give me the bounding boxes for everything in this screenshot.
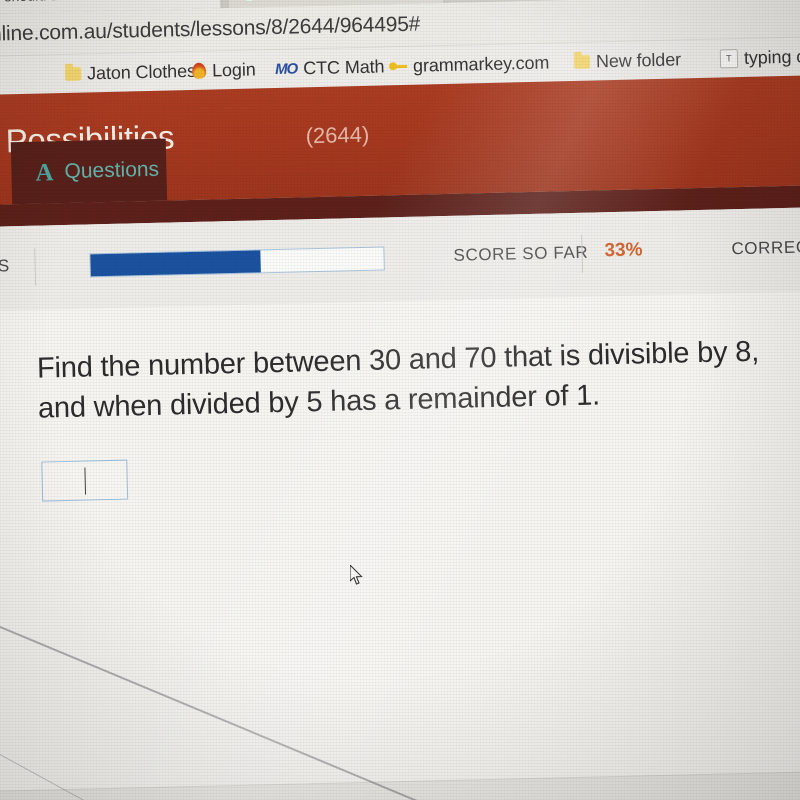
answer-input[interactable] <box>41 459 129 502</box>
bookmark-item[interactable]: MO CTC Math <box>275 54 385 81</box>
progress-label: PROGRESS <box>0 256 11 278</box>
url-text: thsonline.com.au/students/lessons/8/2644… <box>0 12 421 47</box>
text-caret <box>84 467 87 495</box>
progress-bar-fill <box>90 250 261 277</box>
question-card: Find the number between 30 and 70 that i… <box>0 290 800 792</box>
tab-questions-label: Questions <box>64 157 160 183</box>
folder-icon <box>573 54 591 69</box>
lesson-header: inating Possibilities (2644) ideo A Ques… <box>0 74 800 206</box>
bookmark-label: CTC Math <box>302 56 385 79</box>
question-text: Find the number between 30 and 70 that i… <box>36 335 760 425</box>
bookmark-item[interactable]: Login <box>191 57 256 82</box>
favicon-green-circle-icon <box>242 0 257 2</box>
folder-icon <box>64 66 82 81</box>
bookmark-item[interactable]: T typing club <box>719 44 800 71</box>
status-divider <box>34 247 37 286</box>
letter-a-icon: A <box>35 158 54 187</box>
bookmark-label: New folder <box>595 49 682 72</box>
bookmark-item[interactable]: Jaton Clothes <box>64 59 197 86</box>
close-icon[interactable]: ✕ <box>201 0 212 1</box>
typing-t-icon: T <box>719 48 739 68</box>
browser-window: ow should this number ✕ thsonline.com.au… <box>0 0 800 800</box>
flame-icon <box>191 62 207 80</box>
photo-of-screen: ow should this number ✕ thsonline.com.au… <box>0 0 800 800</box>
bookmark-label: typing club <box>743 45 800 68</box>
bookmark-item[interactable]: grammarkey.com <box>389 51 550 79</box>
key-icon <box>389 62 407 70</box>
tab-questions[interactable]: A Questions <box>10 138 168 205</box>
correct-label: CORRECT <box>731 237 800 259</box>
score-value: 33% <box>604 239 643 262</box>
bookmark-item[interactable]: New folder <box>573 47 682 74</box>
score-label: SCORE SO FAR <box>453 242 589 265</box>
progress-bar <box>89 246 385 278</box>
lesson-page: inating Possibilities (2644) ideo A Ques… <box>0 74 800 800</box>
mo-logo-icon: MO <box>274 59 298 78</box>
bookmark-label: Jaton Clothes <box>86 60 197 84</box>
bookmark-label: Login <box>211 59 256 81</box>
browser-tab-title: ow should this number <box>0 0 187 5</box>
bookmark-label: grammarkey.com <box>412 52 550 76</box>
